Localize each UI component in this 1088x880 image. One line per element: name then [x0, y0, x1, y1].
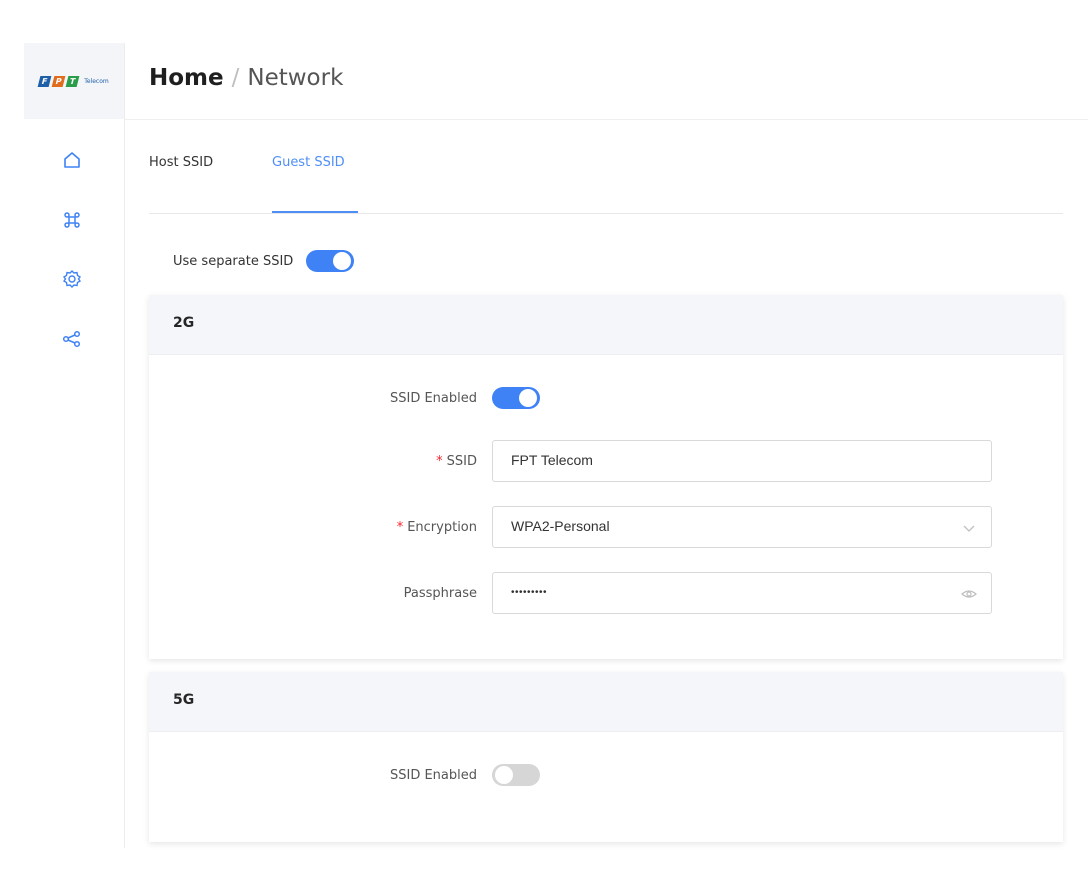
encryption-row: * Encryption WPA2-Personal — [149, 506, 992, 548]
ssid-enabled-row: SSID Enabled — [149, 387, 540, 409]
breadcrumb-current: Network — [247, 65, 344, 91]
fpt-logo: F P T Telecom — [37, 75, 109, 87]
band-2g-header: 2G — [149, 295, 1063, 355]
logo-letter: T — [65, 75, 80, 87]
logo-area[interactable]: F P T Telecom — [24, 43, 124, 119]
ssid-label: * SSID — [149, 454, 492, 469]
ssid-enabled-row-5g: SSID Enabled — [149, 764, 540, 786]
breadcrumb: Home / Network — [149, 63, 343, 93]
band-5g-title: 5G — [173, 692, 195, 708]
passphrase-row: Passphrase ••••••••• — [149, 572, 992, 614]
band-5g-card: 5G SSID Enabled — [149, 672, 1063, 842]
use-separate-ssid-toggle[interactable] — [306, 250, 355, 272]
logo-letter: F — [37, 75, 52, 87]
gear-icon[interactable] — [60, 267, 84, 291]
tab-guest-ssid[interactable]: Guest SSID — [272, 154, 345, 172]
required-mark: * — [436, 453, 443, 469]
passphrase-value: ••••••••• — [511, 587, 548, 598]
logo-tagline: Telecom — [84, 77, 109, 85]
ssid-row: * SSID FPT Telecom — [149, 440, 992, 482]
ssid-tabs: Host SSID Guest SSID — [149, 120, 1063, 214]
command-icon[interactable] — [60, 208, 84, 232]
tab-host-ssid[interactable]: Host SSID — [149, 154, 213, 172]
ssid-enabled-label-5g: SSID Enabled — [389, 767, 477, 783]
ssid-input[interactable]: FPT Telecom — [492, 440, 992, 482]
home-icon[interactable] — [60, 148, 84, 172]
encryption-value: WPA2-Personal — [511, 518, 610, 534]
ssid-label-text: SSID — [446, 453, 477, 469]
passphrase-label: Passphrase — [403, 585, 477, 601]
breadcrumb-home[interactable]: Home — [149, 65, 224, 91]
eye-icon[interactable] — [961, 586, 977, 602]
band-2g-title: 2G — [173, 315, 195, 331]
toggle-knob — [519, 389, 537, 407]
passphrase-input[interactable]: ••••••••• — [492, 572, 992, 614]
band-5g-header: 5G — [149, 672, 1063, 732]
breadcrumb-separator: / — [231, 65, 240, 91]
chevron-down-icon — [963, 525, 975, 532]
encryption-select[interactable]: WPA2-Personal — [492, 506, 992, 548]
encryption-label: * Encryption — [149, 520, 492, 535]
use-separate-ssid-row: Use separate SSID — [173, 250, 355, 272]
toggle-knob — [495, 766, 513, 784]
sidebar: F P T Telecom — [24, 43, 125, 848]
active-tab-indicator — [272, 211, 358, 213]
encryption-label-text: Encryption — [407, 519, 477, 535]
ssid-enabled-toggle-2g[interactable] — [492, 387, 540, 409]
share-icon[interactable] — [60, 327, 84, 351]
ssid-enabled-label: SSID Enabled — [389, 390, 477, 406]
band-2g-card: 2G SSID Enabled * SSID FPT Telecom * Encry… — [149, 295, 1063, 659]
logo-letter: P — [51, 75, 66, 87]
header: Home / Network — [125, 43, 1088, 120]
use-separate-ssid-label: Use separate SSID — [173, 253, 294, 269]
required-mark: * — [396, 519, 404, 535]
ssid-enabled-toggle-5g[interactable] — [492, 764, 540, 786]
toggle-knob — [333, 252, 352, 270]
ssid-value: FPT Telecom — [511, 452, 593, 468]
